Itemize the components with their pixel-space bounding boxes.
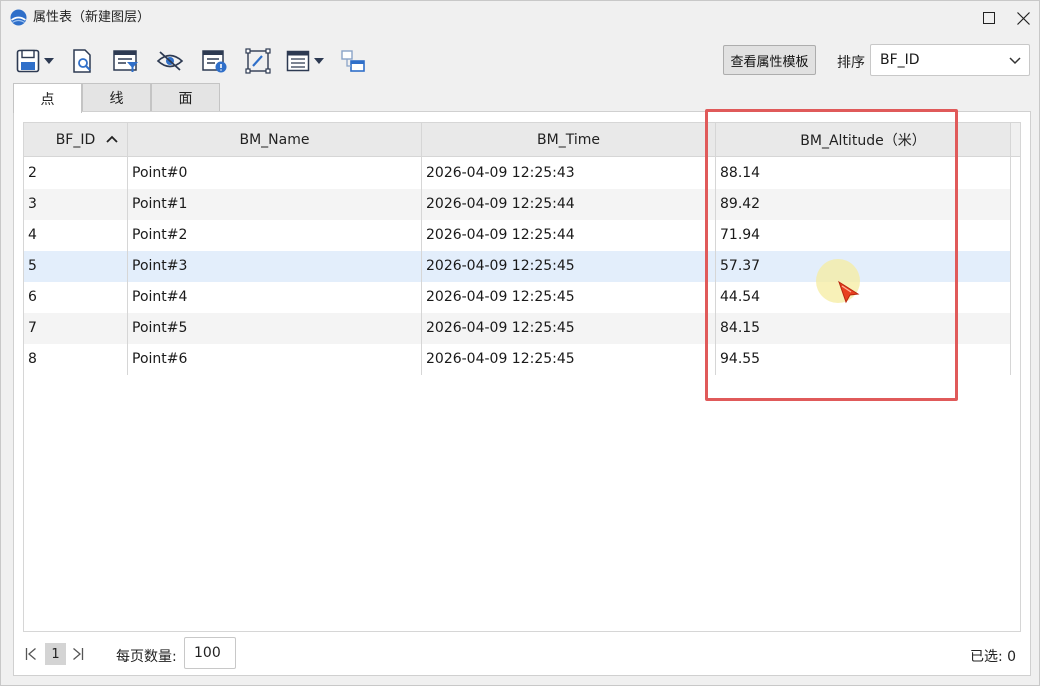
cell-bm-altitude: 71.94	[720, 227, 761, 243]
cell-bf-id: 2	[28, 165, 37, 181]
cell-bf-id: 5	[28, 258, 37, 274]
zoom-to-button[interactable]	[69, 45, 97, 77]
column-header-bm-time[interactable]: BM_Time	[422, 123, 715, 157]
column-header-label: BM_Time	[537, 131, 600, 148]
column-divider[interactable]	[421, 123, 422, 375]
table-row[interactable]: 7 Point#5 2026-04-09 12:25:45 84.15	[24, 313, 1010, 344]
chevron-down-icon	[314, 58, 324, 64]
column-header-bf-id[interactable]: BF_ID	[24, 123, 127, 157]
column-header-bm-name[interactable]: BM_Name	[128, 123, 421, 157]
column-divider[interactable]	[1010, 123, 1011, 375]
cell-bm-time: 2026-04-09 12:25:44	[426, 227, 575, 243]
sort-ascending-icon	[106, 135, 118, 143]
edit-icon	[245, 48, 271, 74]
window-title: 属性表（新建图层）	[33, 10, 151, 25]
column-divider[interactable]	[715, 123, 716, 375]
cell-bm-time: 2026-04-09 12:25:43	[426, 165, 575, 181]
cell-bm-name: Point#4	[132, 289, 188, 305]
table-options-dropdown-button[interactable]	[284, 45, 326, 77]
cell-bf-id: 7	[28, 320, 37, 336]
table-row[interactable]: 3 Point#1 2026-04-09 12:25:44 89.42	[24, 189, 1010, 220]
sort-label: 排序	[837, 55, 865, 71]
save-dropdown-button[interactable]	[13, 45, 57, 77]
current-page-button[interactable]: 1	[45, 643, 66, 665]
sort-field-select[interactable]: BF_ID	[870, 44, 1030, 76]
cell-bm-time: 2026-04-09 12:25:44	[426, 196, 575, 212]
cell-bm-time: 2026-04-09 12:25:45	[426, 258, 575, 274]
cell-bf-id: 3	[28, 196, 37, 212]
link-windows-button[interactable]	[338, 45, 368, 77]
attribute-grid: BF_ID BM_Name BM_Time BM_Altitude（米） 2 P…	[23, 122, 1021, 632]
filter-button[interactable]	[111, 45, 141, 77]
save-icon	[16, 49, 40, 73]
table-row[interactable]: 2 Point#0 2026-04-09 12:25:43 88.14	[24, 158, 1010, 189]
maximize-icon	[983, 12, 995, 24]
cell-bm-time: 2026-04-09 12:25:45	[426, 320, 575, 336]
cell-bm-name: Point#3	[132, 258, 188, 274]
column-header-label: BF_ID	[55, 131, 96, 148]
filter-icon	[113, 50, 138, 72]
tab-line[interactable]: 线	[82, 83, 151, 112]
cell-bm-altitude: 84.15	[720, 320, 761, 336]
tab-polygon[interactable]: 面	[151, 83, 220, 112]
column-header-label: BM_Name	[239, 131, 310, 148]
cell-bm-name: Point#2	[132, 227, 188, 243]
view-attribute-template-button[interactable]: 查看属性模板	[723, 45, 816, 75]
cell-bm-time: 2026-04-09 12:25:45	[426, 289, 575, 305]
cell-bm-time: 2026-04-09 12:25:45	[426, 351, 575, 367]
cell-bm-name: Point#0	[132, 165, 188, 181]
edit-button[interactable]	[244, 45, 272, 77]
chevron-down-icon	[44, 58, 54, 64]
attribute-table-window: 属性表（新建图层） 查看属性模板 排序 BF_ID 点 线 面 BF_ID BM…	[0, 0, 1040, 686]
column-header-label: BM_Altitude（米）	[800, 132, 926, 149]
table-row[interactable]: 8 Point#6 2026-04-09 12:25:45 94.55	[24, 344, 1010, 375]
zoom-to-icon	[73, 49, 91, 73]
attribute-panel: BF_ID BM_Name BM_Time BM_Altitude（米） 2 P…	[13, 111, 1031, 676]
cell-bf-id: 4	[28, 227, 37, 243]
per-page-input[interactable]: 100	[184, 637, 236, 669]
cell-bm-name: Point#5	[132, 320, 188, 336]
title-bar: 属性表（新建图层）	[1, 1, 1039, 35]
field-info-icon	[202, 50, 227, 73]
selected-count: 已选: 0	[970, 649, 1017, 665]
link-windows-icon	[341, 50, 365, 72]
per-page-label: 每页数量:	[116, 649, 177, 665]
sort-field-value: BF_ID	[880, 52, 920, 68]
table-options-icon	[286, 50, 310, 72]
close-icon	[1016, 11, 1030, 25]
column-divider[interactable]	[127, 123, 128, 375]
header-filler	[1011, 123, 1020, 157]
app-logo-icon	[10, 9, 27, 26]
table-row[interactable]: 6 Point#4 2026-04-09 12:25:45 44.54	[24, 282, 1010, 313]
cell-bf-id: 8	[28, 351, 37, 367]
table-row[interactable]: 4 Point#2 2026-04-09 12:25:44 71.94	[24, 220, 1010, 251]
table-row-hovered[interactable]: 5 Point#3 2026-04-09 12:25:45 57.37	[24, 251, 1010, 282]
chevron-down-icon	[1009, 57, 1021, 65]
column-header-bm-altitude[interactable]: BM_Altitude（米）	[716, 123, 1010, 157]
cell-bm-altitude: 94.55	[720, 351, 761, 367]
tab-point[interactable]: 点	[13, 83, 82, 113]
cell-bm-altitude: 88.14	[720, 165, 761, 181]
last-page-icon[interactable]	[72, 647, 84, 661]
cell-bm-altitude: 44.54	[720, 289, 761, 305]
cell-bm-altitude: 57.37	[720, 258, 761, 274]
visibility-icon	[156, 51, 184, 71]
cell-bm-name: Point#6	[132, 351, 188, 367]
cursor-pointer-icon	[838, 280, 860, 304]
visibility-button[interactable]	[155, 45, 185, 77]
field-info-button[interactable]	[200, 45, 230, 77]
close-button[interactable]	[1003, 1, 1040, 35]
cell-bf-id: 6	[28, 289, 37, 305]
cell-bm-altitude: 89.42	[720, 196, 761, 212]
first-page-icon[interactable]	[25, 647, 37, 661]
cell-bm-name: Point#1	[132, 196, 188, 212]
